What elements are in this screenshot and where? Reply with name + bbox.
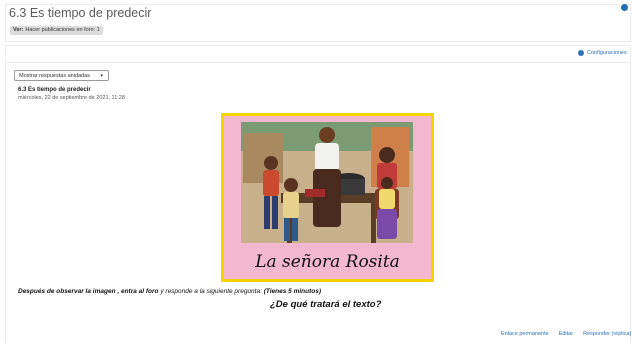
- chevron-down-icon: ▾: [100, 73, 103, 79]
- post-subject: 6.3 Es tiempo de predecir: [18, 87, 91, 93]
- settings-label: Configuraciones: [587, 50, 627, 56]
- reply-link[interactable]: Responder (réplica): [583, 331, 631, 337]
- post-actions: Enlace permanente Editar Responder (répl…: [501, 331, 631, 337]
- instructions-part-c: y responde a la siguiente pregunta:: [160, 288, 262, 295]
- completion-label: Ver:: [13, 27, 24, 33]
- post-instructions: Después de observar la imagen , entra al…: [18, 288, 321, 295]
- edit-link[interactable]: Editar: [559, 331, 573, 337]
- post-date: miércoles, 22 de septiembre de 2021, 11:…: [18, 95, 125, 101]
- page-title: 6.3 Es tiempo de predecir: [9, 6, 152, 20]
- settings-button[interactable]: Configuraciones: [578, 50, 627, 56]
- instructions-part-b: entra al foro: [120, 288, 159, 295]
- completion-text: Hacer publicaciones en foro: 1: [25, 27, 100, 33]
- divider: [5, 62, 629, 63]
- display-mode-value: Mostrar respuestas anidadas: [19, 73, 90, 79]
- post-question: ¿De qué tratará el texto?: [270, 299, 382, 310]
- completion-badge: Ver: Hacer publicaciones en foro: 1: [10, 26, 103, 35]
- instructions-part-a: Después de observar la imagen ,: [18, 288, 120, 295]
- forum-page: 6.3 Es tiempo de predecir Ver: Hacer publ…: [0, 0, 632, 343]
- instructions-part-d: (Tienes 5 minutos): [263, 288, 322, 295]
- info-icon[interactable]: [621, 4, 628, 11]
- display-mode-select[interactable]: Mostrar respuestas anidadas ▾: [14, 70, 109, 81]
- image-caption: La señora Rosita: [255, 252, 400, 272]
- gear-icon: [578, 50, 584, 56]
- permalink-link[interactable]: Enlace permanente: [501, 331, 549, 337]
